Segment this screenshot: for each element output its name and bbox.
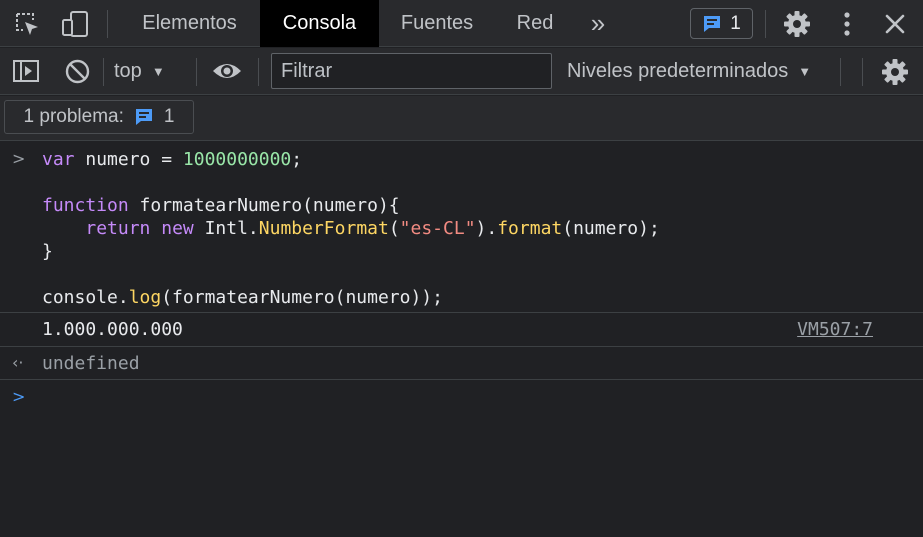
console-settings-gear-icon[interactable] (881, 58, 909, 86)
more-options-icon[interactable] (835, 10, 859, 38)
issues-badge-button[interactable]: 1 (690, 8, 753, 39)
code-line-3: return new Intl.NumberFormat("es-CL").fo… (85, 218, 660, 239)
code-line-5: console.log(formatearNumero(numero)); (42, 287, 443, 308)
input-prompt-icon: > (12, 149, 26, 168)
filter-input[interactable] (271, 53, 552, 89)
settings-gear-icon[interactable] (783, 10, 811, 38)
console-toolbar: top ▼ Niveles predeterminados ▼ (0, 48, 923, 95)
tab-red[interactable]: Red (500, 0, 570, 47)
context-label: top (114, 60, 142, 82)
divider (862, 58, 863, 86)
device-toolbar-icon[interactable] (60, 10, 90, 38)
log-output-value: 1.000.000.000 (42, 319, 183, 340)
console-output[interactable]: > var numero = 1000000000; function form… (0, 142, 923, 537)
divider (840, 58, 841, 86)
console-return-entry: ‹· undefined (0, 347, 923, 380)
divider (765, 10, 766, 38)
chevron-down-icon: ▼ (151, 64, 165, 79)
more-tabs-button[interactable]: » (582, 0, 614, 47)
tab-elementos[interactable]: Elementos (122, 0, 257, 47)
console-input-entry: > var numero = 1000000000; function form… (0, 142, 923, 313)
close-icon[interactable] (883, 12, 907, 36)
divider (103, 58, 104, 86)
console-prompt-entry[interactable]: > (0, 380, 923, 416)
divider (107, 10, 108, 38)
console-log-entry: 1.000.000.000 VM507:7 (0, 313, 923, 347)
eye-icon[interactable] (212, 60, 242, 82)
message-icon (704, 15, 721, 32)
return-value: undefined (42, 353, 140, 374)
issues-label: 1 problema: (23, 106, 124, 127)
divider (196, 58, 197, 86)
log-levels-label: Niveles predeterminados (567, 60, 789, 82)
tab-fuentes[interactable]: Fuentes (382, 0, 492, 47)
return-arrow-icon: ‹· (12, 353, 24, 372)
devtools-tab-bar: Elementos Consola Fuentes Red » 1 (0, 0, 923, 47)
divider (258, 58, 259, 86)
code-line-2: function formatearNumero(numero){ (42, 195, 400, 216)
context-selector[interactable]: top ▼ (114, 48, 165, 95)
log-levels-dropdown[interactable]: Niveles predeterminados ▼ (567, 48, 811, 95)
issues-badge-count: 1 (730, 12, 741, 34)
code-line-1: var numero = 1000000000; (42, 149, 303, 170)
inspect-element-icon[interactable] (14, 11, 40, 37)
tab-consola[interactable]: Consola (260, 0, 379, 47)
issues-row: 1 problema: 1 (0, 96, 923, 141)
sidebar-toggle-icon[interactable] (12, 58, 40, 84)
chevron-down-icon: ▼ (798, 64, 812, 79)
message-icon (135, 109, 152, 125)
clear-console-icon[interactable] (64, 58, 91, 85)
code-line-4: } (42, 241, 53, 262)
active-prompt-icon: > (12, 387, 26, 406)
issues-button[interactable]: 1 problema: 1 (4, 100, 194, 134)
log-source-link[interactable]: VM507:7 (797, 319, 873, 340)
issues-count: 1 (163, 106, 175, 127)
